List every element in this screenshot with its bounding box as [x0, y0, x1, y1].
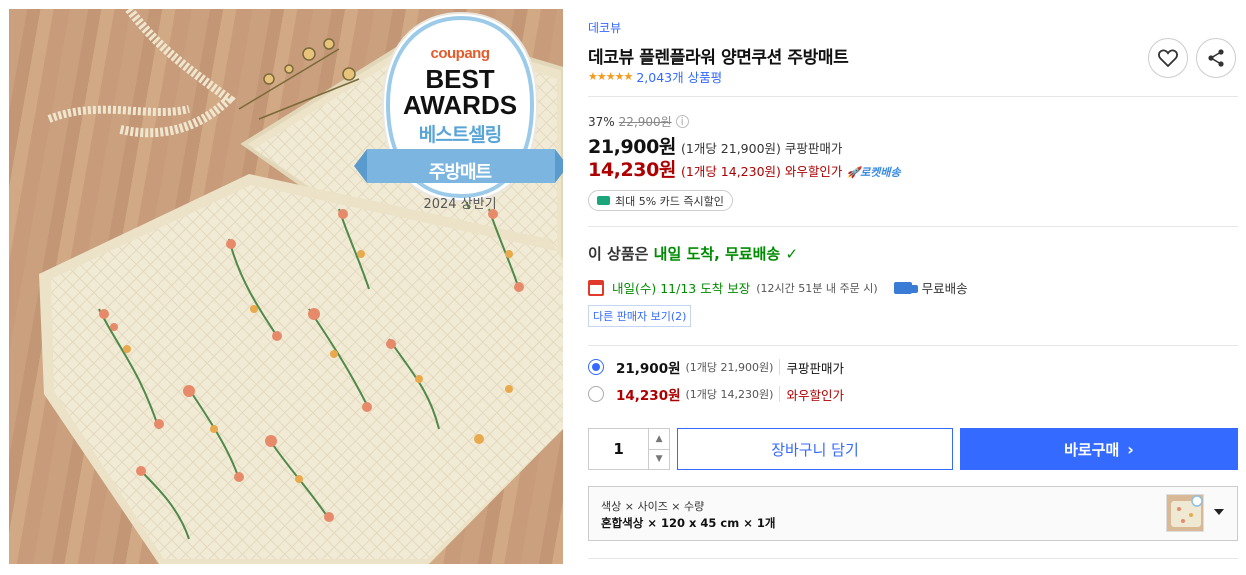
best-awards-badge: coupang BEST AWARDS 베스트셀링 주방매트 2024 상반기	[382, 17, 538, 212]
radio-button[interactable]	[588, 386, 604, 402]
buy-now-button[interactable]: 바로구매 ›	[960, 428, 1238, 470]
product-image: coupang BEST AWARDS 베스트셀링 주방매트 2024 상반기	[9, 9, 563, 564]
brand-link[interactable]: 데코뷰	[588, 19, 621, 36]
add-to-cart-button[interactable]: 장바구니 담기	[677, 428, 953, 470]
original-price: 22,900원	[618, 115, 672, 129]
chevron-right-icon: ›	[1127, 439, 1134, 459]
chevron-down-icon	[1214, 509, 1224, 515]
arrival-date: 내일(수) 11/13 도착 보장	[612, 281, 751, 296]
wow-unit-price: (1개당 14,230원)	[681, 164, 781, 179]
calendar-icon	[588, 279, 604, 296]
option-price: 21,900원	[616, 361, 681, 377]
badge-period: 2024 상반기	[423, 197, 497, 212]
option-unit-price: (1개당 14,230원)	[686, 386, 781, 402]
quantity-stepper[interactable]: 1 ▲ ▼	[588, 428, 670, 470]
option-label: 와우할인가	[786, 387, 844, 403]
quantity-input[interactable]: 1	[589, 429, 648, 469]
delivery-prefix: 이 상품은	[588, 245, 654, 263]
price-option-coupang[interactable]: 21,900원 (1개당 21,900원) 쿠팡판매가	[588, 357, 844, 377]
price-option-wow[interactable]: 14,230원 (1개당 14,230원) 와우할인가	[588, 384, 844, 404]
star-rating: ★★★★★	[588, 70, 633, 83]
discount-row: 37% 22,900원 i	[588, 113, 689, 130]
delivery-info-row: 내일(수) 11/13 도착 보장 (12시간 51분 내 주문 시) 무료배송	[588, 278, 968, 297]
truck-icon	[893, 281, 918, 294]
rating-row[interactable]: ★★★★★ 2,043개 상품평	[588, 67, 722, 86]
other-sellers-button[interactable]: 다른 판매자 보기(2)	[588, 305, 692, 327]
review-count-link[interactable]: 2,043개 상품평	[636, 67, 722, 86]
delivery-highlight: 내일 도착, 무료배송	[653, 245, 781, 263]
discount-rate: 37%	[588, 114, 615, 129]
badge-ribbon: 주방매트	[428, 162, 492, 183]
product-title: 데코뷰 플렌플라워 양면쿠션 주방매트	[588, 48, 849, 68]
divider	[588, 226, 1238, 227]
badge-subtitle: 베스트셀링	[418, 124, 502, 146]
option-price: 14,230원	[616, 388, 681, 404]
share-button[interactable]	[1196, 38, 1236, 78]
order-deadline: (12시간 51분 내 주문 시)	[756, 281, 878, 295]
divider	[588, 345, 1238, 346]
info-icon[interactable]: i	[675, 115, 689, 128]
option-thumbnail	[1166, 494, 1204, 532]
option-selector-header: 색상 × 사이즈 × 수량	[601, 500, 705, 513]
credit-card-icon	[597, 196, 610, 205]
quantity-up-button[interactable]: ▲	[649, 429, 669, 450]
option-selector[interactable]: 색상 × 사이즈 × 수량 혼합색상 × 120 x 45 cm × 1개	[588, 486, 1238, 541]
check-icon: ✓	[785, 245, 799, 263]
option-label: 쿠팡판매가	[786, 360, 844, 376]
rocket-delivery-badge: 🚀로켓배송	[846, 166, 901, 179]
quantity-buttons: ▲ ▼	[648, 429, 669, 469]
wishlist-button[interactable]	[1148, 38, 1188, 78]
card-discount-pill[interactable]: 최대 5% 카드 즉시할인	[588, 190, 733, 211]
option-unit-price: (1개당 21,900원)	[686, 359, 781, 375]
heart-icon	[1158, 49, 1178, 67]
free-shipping-label: 무료배송	[921, 281, 968, 296]
divider	[588, 558, 1238, 559]
badge-brand: coupang	[430, 45, 491, 62]
option-selector-value: 혼합색상 × 120 x 45 cm × 1개	[601, 516, 776, 530]
wow-price-label: 와우할인가	[784, 164, 843, 179]
divider	[588, 96, 1238, 97]
radio-button[interactable]	[588, 359, 604, 375]
wow-price-row: 14,230원 (1개당 14,230원) 와우할인가 🚀로켓배송	[588, 155, 901, 182]
card-discount-text: 최대 5% 카드 즉시할인	[615, 194, 724, 208]
badge-best: BEST	[425, 64, 495, 94]
buy-now-label: 바로구매	[1064, 440, 1120, 459]
wow-price: 14,230원	[588, 159, 676, 181]
delivery-headline: 이 상품은 내일 도착, 무료배송 ✓	[588, 243, 798, 264]
badge-awards: AWARDS	[402, 90, 518, 120]
share-icon	[1208, 49, 1224, 67]
quantity-down-button[interactable]: ▼	[649, 450, 669, 470]
